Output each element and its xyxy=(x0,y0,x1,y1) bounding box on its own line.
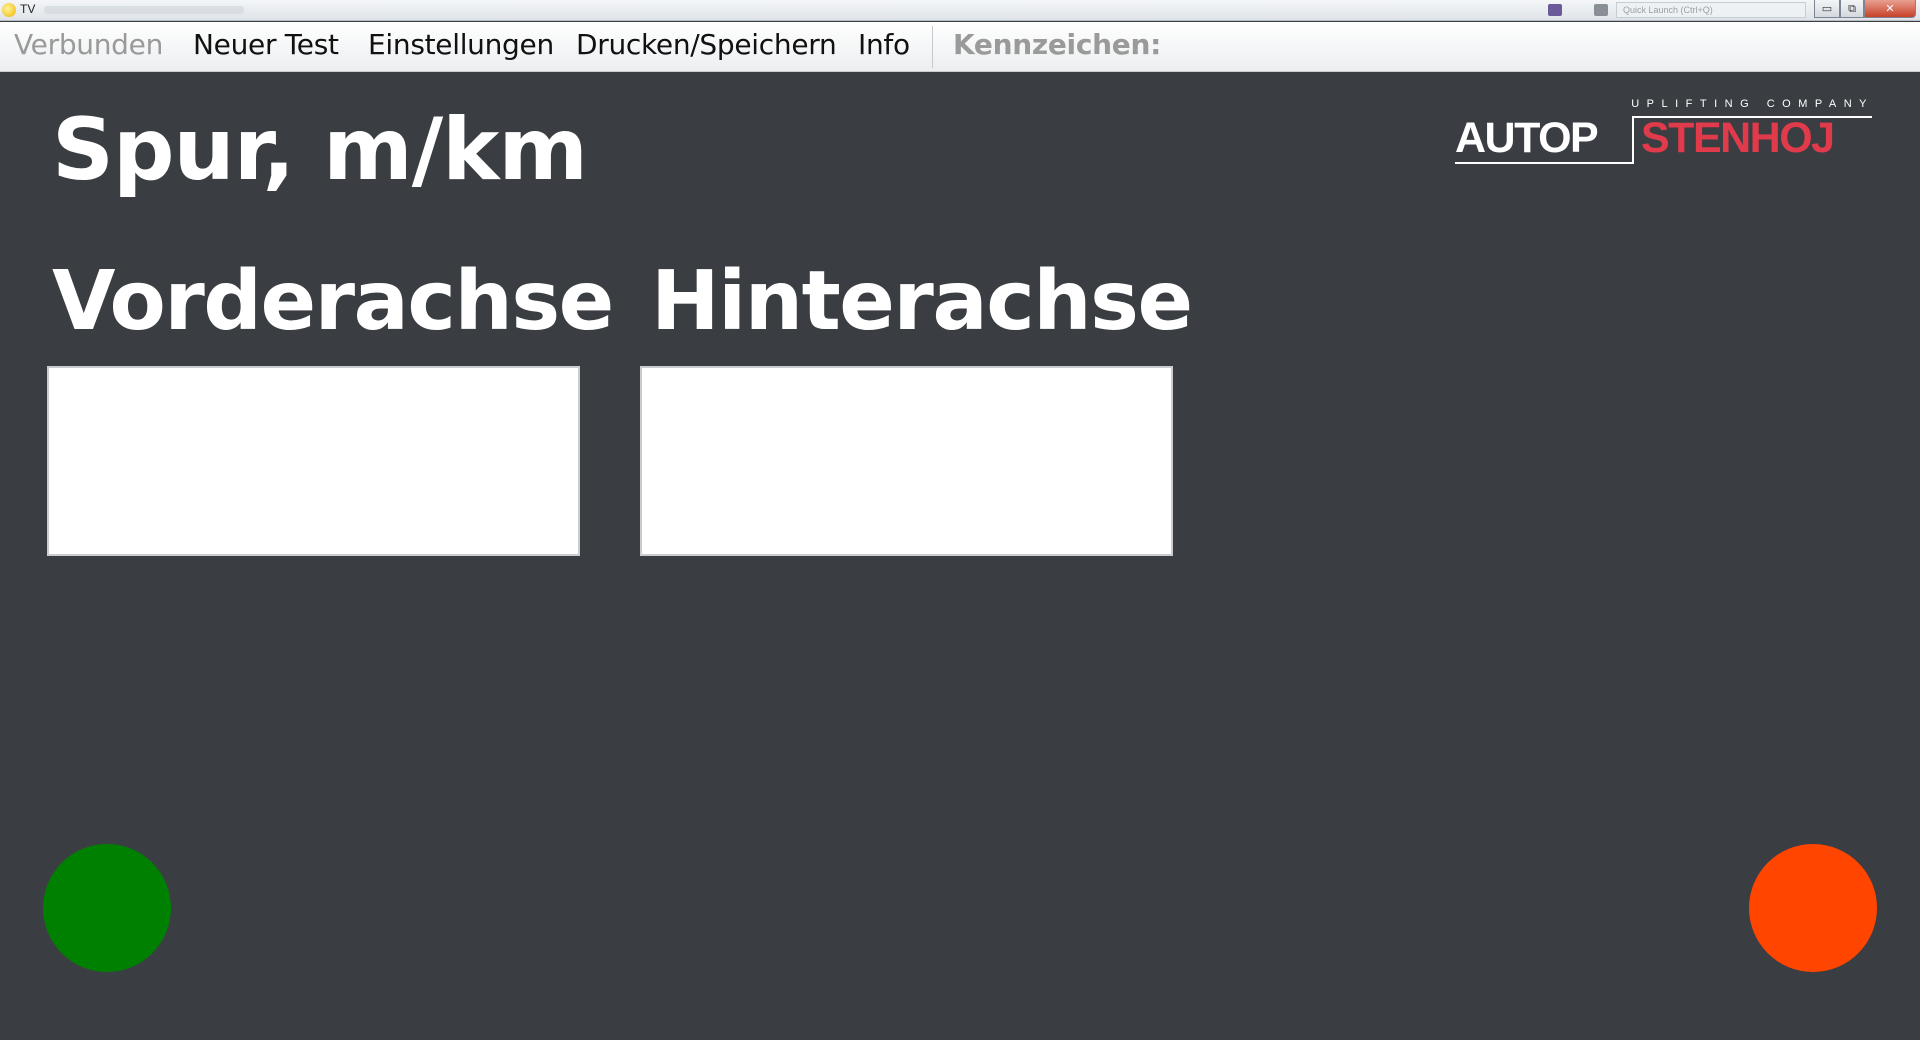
menu-item-verbunden[interactable]: Verbunden xyxy=(14,28,163,61)
menu-bar: Verbunden Neuer Test Einstellungen Druck… xyxy=(0,22,1920,72)
menu-item-info[interactable]: Info xyxy=(858,28,910,61)
company-logo: UPLIFTING COMPANY AUTOP STENHOJ xyxy=(1452,92,1874,172)
rear-axle-heading: Hinterachse xyxy=(651,254,1193,349)
license-plate-label: Kennzeichen: xyxy=(953,28,1161,61)
menu-item-print-save[interactable]: Drucken/Speichern xyxy=(576,28,837,61)
restore-button[interactable]: ⧉ xyxy=(1840,0,1864,18)
notification-flag-icon[interactable] xyxy=(1548,4,1562,16)
front-axle-value-display xyxy=(47,366,580,556)
window-subtitle-placeholder xyxy=(44,6,244,14)
page-title: Spur, m/km xyxy=(52,100,588,200)
logo-right-word: STENHOJ xyxy=(1641,114,1835,162)
logo-underline xyxy=(1455,162,1633,164)
window-title: TV xyxy=(20,2,36,16)
status-light-left-icon xyxy=(43,844,171,972)
feedback-icon[interactable] xyxy=(1594,4,1608,16)
logo-left-word: AUTOP xyxy=(1455,114,1599,162)
menu-item-settings[interactable]: Einstellungen xyxy=(368,28,554,61)
minimize-button[interactable]: ▭ xyxy=(1814,0,1840,18)
window-titlebar: TV Quick Launch (Ctrl+Q) ▭ ⧉ ✕ xyxy=(0,0,1920,21)
app-icon xyxy=(2,3,16,17)
menu-item-new-test[interactable]: Neuer Test xyxy=(193,28,339,61)
logo-tagline: UPLIFTING COMPANY xyxy=(1631,98,1874,110)
front-axle-heading: Vorderachse xyxy=(52,254,614,349)
close-button[interactable]: ✕ xyxy=(1864,0,1916,18)
menu-separator xyxy=(932,26,933,68)
rear-axle-value-display xyxy=(640,366,1173,556)
status-light-right-icon xyxy=(1749,844,1877,972)
quick-launch-search-input[interactable]: Quick Launch (Ctrl+Q) xyxy=(1616,2,1806,18)
